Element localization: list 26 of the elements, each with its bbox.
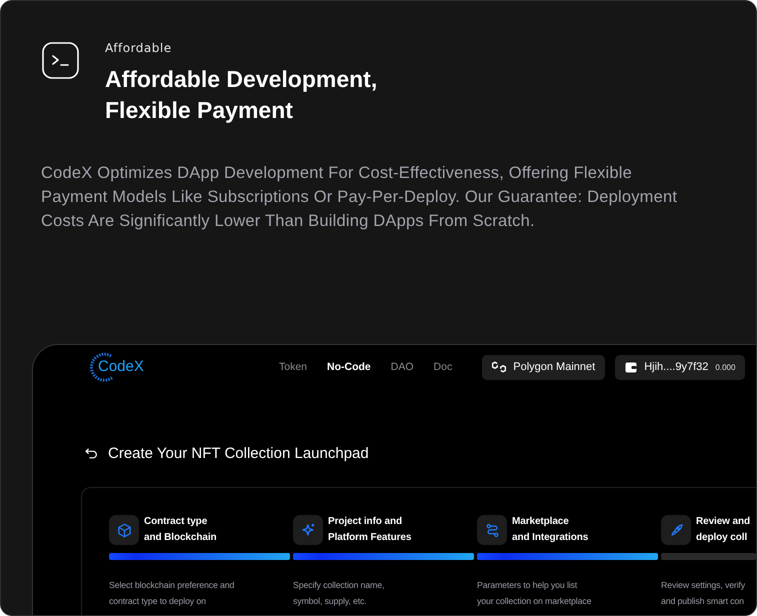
step-description: Review settings, verify and publish smart con [661,579,746,608]
nav-link[interactable]: Token [279,361,308,373]
network-button[interactable]: Polygon Mainnet [482,354,606,380]
nav-link[interactable]: Doc [434,361,452,373]
step-description: Select blockchain preference and contract type to deploy on [109,579,236,608]
route-icon [484,522,500,538]
wallet-button[interactable]: Hjih....9y7f32 0.000 [615,354,746,380]
page-title: Create Your NFT Collection Launchpad [108,445,369,462]
sparkle-icon [300,522,316,538]
nav-link[interactable]: No-Code [327,361,371,373]
feature-title: Affordable Development, Flexible Payment [105,65,378,125]
step-description: Specify collection name, symbol, supply, etc. [293,579,386,608]
step-title: Review and deploy coll [696,515,750,545]
cube-icon [116,522,132,538]
eyebrow-text: Affordable [105,41,173,55]
chain-link-icon [492,361,506,373]
wallet-icon [625,362,638,372]
step-title: Marketplace and Integrations [512,515,588,545]
terminal-icon [42,42,79,79]
step-title: Project info and Platform Features [328,515,412,545]
logo-text[interactable]: CodeX [98,358,144,375]
back-arrow-icon[interactable] [85,448,98,459]
step-description: Parameters to help you list your collection on marketplace [477,579,592,608]
feature-description: CodeX Optimizes DApp Development For Cost-Effectiveness, Offering Flexible Payment Models Like Subscriptions Or Pay-Per-Deploy. Our Guarantee: Deployment Costs Are Significantly Lower Than Building DApps From Scratch. [41,163,678,232]
nav-link[interactable]: DAO [390,361,414,373]
step-title: Contract type and Blockchain [144,515,217,545]
